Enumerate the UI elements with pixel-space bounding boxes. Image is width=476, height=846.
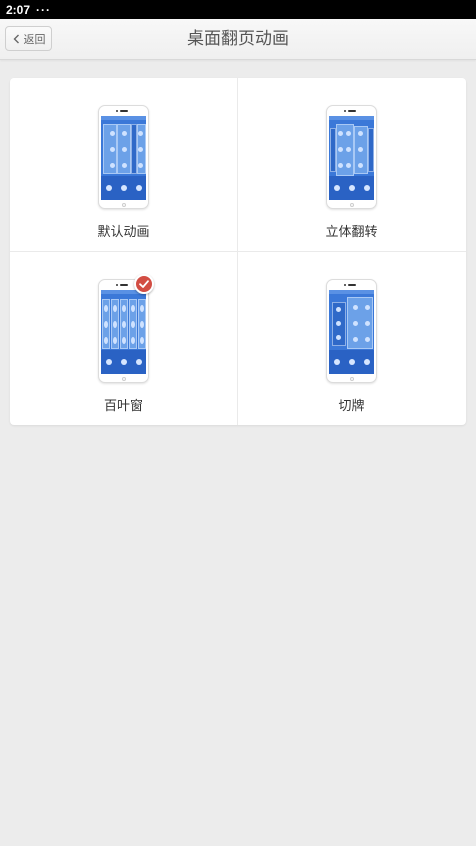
chevron-left-icon — [13, 34, 19, 43]
option-label: 百叶窗 — [103, 399, 143, 414]
option-default-animation[interactable]: 默认动画 — [10, 78, 237, 251]
phone-preview-card-shuffle — [326, 279, 377, 383]
phone-preview-blinds — [98, 279, 149, 383]
option-label: 默认动画 — [97, 225, 150, 240]
option-3d-flip[interactable]: 立体翻转 — [238, 78, 465, 251]
option-blinds[interactable]: 百叶窗 — [10, 252, 237, 425]
option-label: 立体翻转 — [325, 225, 378, 240]
option-card-shuffle[interactable]: 切牌 — [238, 252, 465, 425]
back-button[interactable]: 返回 — [5, 26, 52, 51]
selected-checkmark-icon — [134, 274, 154, 294]
option-label: 切牌 — [338, 399, 365, 414]
status-overflow-dots: ··· — [36, 2, 52, 17]
page-title: 桌面翻页动画 — [187, 29, 289, 49]
back-label: 返回 — [23, 32, 46, 46]
status-time: 2:07 — [6, 2, 31, 17]
status-bar: 2:07 ··· — [0, 0, 476, 19]
phone-preview-default — [98, 105, 149, 209]
header: 桌面翻页动画 返回 — [0, 19, 476, 60]
animation-options-card: 默认动画 立体翻转 百叶窗 切牌 — [10, 78, 466, 425]
phone-preview-3d-flip — [326, 105, 377, 209]
checkmark-icon — [139, 280, 149, 288]
